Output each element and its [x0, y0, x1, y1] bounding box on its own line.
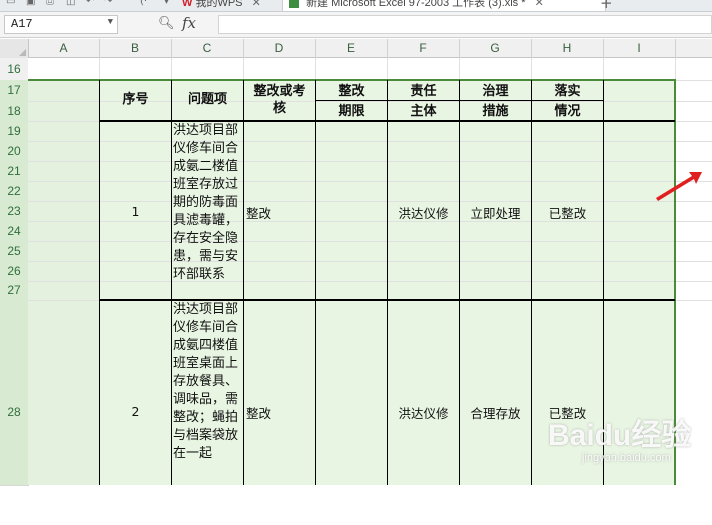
record-1-status[interactable]: 已整改 — [532, 203, 603, 222]
print-preview-icon[interactable]: ◫ — [66, 0, 75, 8]
record-2-rectify[interactable]: 整改 — [246, 403, 271, 422]
name-box[interactable]: A17 ▼ — [4, 15, 118, 34]
watermark-brand: Baidu经验 — [548, 419, 692, 452]
annotation-arrow-icon — [656, 172, 702, 201]
record-1-seq[interactable]: 1 — [100, 204, 171, 219]
formula-bar: A17 ▼ 🔍︎ fx — [0, 12, 712, 38]
row-header-26[interactable]: 26 — [0, 261, 29, 282]
spreadsheet-icon — [289, 0, 299, 9]
row-header-22[interactable]: 22 — [0, 181, 29, 202]
header-rectify-line2[interactable]: 核 — [244, 100, 315, 117]
redo-icon-2[interactable]: (· — [140, 0, 147, 8]
header-seq[interactable]: 序号 — [100, 91, 171, 108]
record-1-measure[interactable]: 立即处理 — [460, 203, 531, 222]
new-tab-button[interactable]: + — [600, 0, 613, 11]
header-deadline-line1[interactable]: 整改 — [316, 83, 387, 100]
record-2-seq[interactable]: 2 — [100, 404, 171, 419]
sheet-grid[interactable]: 序号 问题项 整改或考 核 整改 期限 责任 主体 治理 措施 落实 情况 1 … — [28, 58, 712, 485]
zoom-icon[interactable]: 🔍︎ — [158, 16, 175, 31]
row-header-25[interactable]: 25 — [0, 241, 29, 262]
row-header-18[interactable]: 18 — [0, 101, 29, 122]
header-status-line1[interactable]: 落实 — [532, 83, 603, 100]
record-2-responsible[interactable]: 洪达仪修 — [388, 403, 459, 422]
row-header-21[interactable]: 21 — [0, 161, 29, 182]
row-header-28[interactable]: 28 — [0, 300, 29, 486]
name-box-value: A17 — [11, 17, 33, 31]
column-header-c[interactable]: C — [171, 39, 244, 58]
tab-bar: ▭ ▣ ⎙ ◫ ↶ ↷ (· ▾ W 我的WPS ✕ 新建 Microsoft … — [0, 0, 712, 12]
wps-logo-icon: W — [182, 0, 193, 9]
print-icon[interactable]: ⎙ — [46, 0, 54, 8]
tab-label: 新建 Microsoft Excel 97-2003 工作表 (3).xls * — [306, 0, 526, 9]
formula-input[interactable] — [218, 15, 712, 34]
header-measure-line1[interactable]: 治理 — [460, 83, 531, 100]
tab-my-wps[interactable]: W 我的WPS ✕ — [182, 0, 272, 11]
header-measure-line2[interactable]: 措施 — [460, 103, 531, 120]
undo-icon[interactable]: ↶ — [86, 0, 94, 8]
row-header-20[interactable]: 20 — [0, 141, 29, 162]
tab-workbook[interactable]: 新建 Microsoft Excel 97-2003 工作表 (3).xls *… — [282, 0, 606, 11]
row-header-27[interactable]: 27 — [0, 281, 29, 301]
column-header-b[interactable]: B — [99, 39, 172, 58]
record-1-rectify[interactable]: 整改 — [246, 203, 271, 222]
record-2-issue[interactable]: 洪达项目部仪修车间合成氨四楼值班室桌面上存放餐具、调味品，需整改；蝇拍与档案袋放… — [173, 301, 242, 485]
record-1-responsible[interactable]: 洪达仪修 — [388, 203, 459, 222]
save-icon[interactable]: ▣ — [26, 0, 35, 8]
column-header-f[interactable]: F — [387, 39, 460, 58]
watermark-url: jingyan.baidu.com — [582, 452, 671, 464]
record-1-issue[interactable]: 洪达项目部仪修车间合成氨二楼值班室存放过期的防毒面具滤毒罐，存在安全隐患，需与安… — [173, 122, 242, 299]
chevron-down-icon[interactable]: ▼ — [108, 17, 113, 27]
redo-icon[interactable]: ↷ — [104, 0, 112, 8]
header-responsible-line1[interactable]: 责任 — [388, 83, 459, 100]
header-status-line2[interactable]: 情况 — [532, 103, 603, 120]
row-header-23[interactable]: 23 — [0, 201, 29, 222]
select-all-corner[interactable] — [0, 39, 29, 58]
column-header-h[interactable]: H — [531, 39, 604, 58]
dropdown-arrow-icon[interactable]: ▾ — [164, 0, 169, 8]
column-header-d[interactable]: D — [243, 39, 316, 58]
column-headers: A B C D E F G H I — [0, 39, 712, 58]
row-header-17[interactable]: 17 — [0, 80, 29, 102]
close-icon[interactable]: ✕ — [252, 0, 261, 9]
row-header-19[interactable]: 19 — [0, 121, 29, 142]
row-header-24[interactable]: 24 — [0, 221, 29, 242]
header-deadline-line2[interactable]: 期限 — [316, 103, 387, 120]
close-icon[interactable]: ✕ — [535, 0, 544, 9]
column-header-e[interactable]: E — [315, 39, 388, 58]
column-header-g[interactable]: G — [459, 39, 532, 58]
header-issue[interactable]: 问题项 — [172, 91, 243, 108]
row-header-16[interactable]: 16 — [0, 58, 29, 81]
tab-label: 我的WPS — [195, 0, 243, 9]
open-folder-icon[interactable]: ▭ — [6, 0, 15, 8]
column-header-a[interactable]: A — [28, 39, 100, 58]
column-header-i[interactable]: I — [603, 39, 676, 58]
insert-function-button[interactable]: fx — [182, 14, 196, 32]
header-rectify-line1[interactable]: 整改或考 — [244, 83, 315, 100]
record-2-measure[interactable]: 合理存放 — [460, 403, 531, 422]
header-responsible-line2[interactable]: 主体 — [388, 103, 459, 120]
